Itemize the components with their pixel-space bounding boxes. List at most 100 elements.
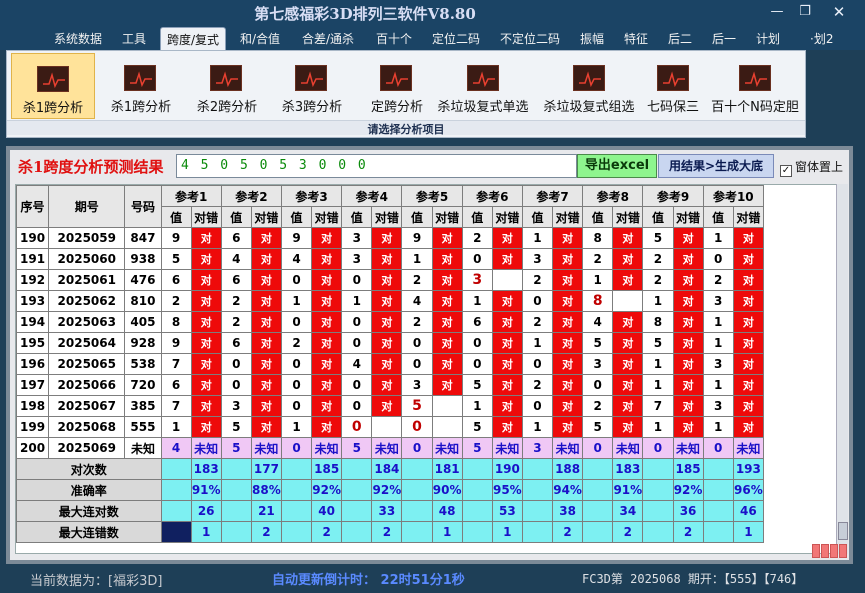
cell-correct: 对	[491, 248, 523, 270]
stat-spacer	[160, 500, 192, 522]
cell-value: 5	[341, 437, 373, 459]
result-field[interactable]: 4 5 0 5 0 5 3 0 0 0	[176, 154, 577, 178]
close-icon[interactable]: ✕	[826, 4, 852, 20]
header-ref: 参考10	[702, 185, 765, 207]
stat-spacer	[702, 521, 734, 543]
minimize-icon[interactable]: —	[764, 4, 790, 20]
menu-features[interactable]: 特征	[624, 30, 648, 47]
cell-correct: 对	[250, 332, 282, 354]
export-excel-button[interactable]: 导出excel	[577, 154, 657, 178]
scrollbar-thumb[interactable]	[838, 522, 848, 540]
cell-value: 5	[642, 227, 674, 249]
menu-diff-kill[interactable]: 合差/通杀	[302, 30, 354, 47]
cell-correct: 未知	[431, 437, 463, 459]
menu-sum-value[interactable]: 和/合值	[240, 30, 280, 47]
cell-correct: 未知	[371, 437, 403, 459]
ribbon-fixed-span[interactable]: 定跨分析	[355, 53, 439, 119]
cell-seq: 199	[15, 416, 50, 438]
ribbon-trash-compound-single[interactable]: 杀垃圾复式单选	[431, 53, 535, 119]
ribbon-trash-compound-group[interactable]: 杀垃圾复式组选	[537, 53, 641, 119]
menu-tools[interactable]: 工具	[122, 30, 146, 47]
cell-correct: 对	[552, 227, 584, 249]
ribbon-label: 定跨分析	[370, 100, 423, 115]
ribbon-kill2-span[interactable]: 杀2跨分析	[185, 53, 269, 119]
table-row[interactable]: 194 2025063 405 8 对 2 对 0 对 0 对 2 对 6 对 2 对 4 对 8 对 1 对	[15, 311, 765, 333]
header-value: 值	[521, 206, 554, 228]
stat-value: 92%	[371, 479, 403, 501]
topmost-checkbox[interactable]: ✓ 窗体置上	[780, 158, 843, 177]
cell-correct: 对	[672, 248, 704, 270]
cell-value: 3	[521, 248, 554, 270]
menu-system-data[interactable]: 系统数据	[54, 30, 102, 47]
table-row[interactable]: 192 2025061 476 6 对 6 对 0 对 0 对 2 对 3 2 对 1 对 2 对 2 对	[15, 269, 765, 291]
cell-correct: 未知	[552, 437, 584, 459]
stat-spacer	[461, 521, 493, 543]
cell-correct: 对	[612, 416, 644, 438]
cell-value: 2	[160, 290, 192, 312]
menu-plan2[interactable]: ·划2	[810, 30, 833, 47]
ribbon-kill1-span[interactable]: 杀1跨分析	[99, 53, 183, 119]
table-row[interactable]: 198 2025067 385 7 对 3 对 0 对 0 对 5 1 对 0 对 2 对 7 对 3 对	[15, 395, 765, 417]
vertical-scrollbar[interactable]	[836, 184, 848, 554]
menu-plan[interactable]: 计划	[756, 30, 780, 47]
table-row[interactable]: 191 2025060 938 5 对 4 对 4 对 3 对 1 对 0 对 3 对 2 对 2 对 0 对	[15, 248, 765, 270]
cell-value: 4	[280, 248, 313, 270]
cell-correct: 对	[371, 374, 403, 396]
cell-value: 6	[461, 311, 493, 333]
ribbon-n-code-dan[interactable]: 百十个N码定胆	[707, 53, 803, 119]
cell-value: 1	[642, 353, 674, 375]
cell-correct: 未知	[250, 437, 282, 459]
cell-value: 4	[401, 290, 433, 312]
menu-amplitude[interactable]: 振幅	[580, 30, 604, 47]
generate-base-button[interactable]: 用结果>生成大底	[658, 154, 774, 178]
table-row[interactable]: 193 2025062 810 2 对 2 对 1 对 1 对 4 对 1 对 0 对 8 1 对 3 对	[15, 290, 765, 312]
stat-value: 26	[190, 500, 222, 522]
chart-icon	[573, 65, 605, 91]
stat-spacer	[341, 500, 373, 522]
cell-correct: 对	[491, 353, 523, 375]
table-row[interactable]: 195 2025064 928 9 对 6 对 2 对 0 对 0 对 0 对 1 对 5 对 5 对 1 对	[15, 332, 765, 354]
stat-spacer	[280, 458, 313, 480]
header-seq: 序号	[15, 185, 50, 228]
table-row[interactable]: 190 2025059 847 9 对 6 对 9 对 3 对 9 对 2 对 1 对 8 对 5 对 1 对	[15, 227, 765, 249]
menu-last-one[interactable]: 后一	[712, 30, 736, 47]
table-row[interactable]: 196 2025065 538 7 对 0 对 0 对 4 对 0 对 0 对 0 对 3 对 1 对 3 对	[15, 353, 765, 375]
chart-icon	[380, 65, 412, 91]
restore-icon[interactable]: ❐	[792, 4, 818, 20]
title-bar: 第七感福彩3D排列三软件V8.80 — ❐ ✕	[0, 0, 865, 26]
table-row[interactable]: 199 2025068 555 1 对 5 对 1 对 0 0 5 对 1 对 5 对 1 对 1 对	[15, 416, 765, 438]
cell-period: 2025066	[48, 374, 126, 396]
cell-correct: 对	[431, 353, 463, 375]
stat-value: 1	[190, 521, 222, 543]
cell-correct: 对	[250, 269, 282, 291]
menu-span-compound[interactable]: 跨度/复式	[160, 27, 227, 50]
cell-period: 2025062	[48, 290, 126, 312]
menu-last-two[interactable]: 后二	[668, 30, 692, 47]
cell-correct: 对	[552, 248, 584, 270]
status-bar: 当前数据为：[福彩3D] 自动更新倒计时： 22时51分1秒 FC3D第 202…	[0, 564, 865, 593]
header-correct: 对错	[672, 206, 704, 228]
header-value: 值	[642, 206, 674, 228]
cell-correct: 对	[732, 395, 765, 417]
table-row[interactable]: 197 2025066 720 6 对 0 对 0 对 0 对 3 对 5 对 2 对 0 对 1 对 1 对	[15, 374, 765, 396]
stat-value: 190	[491, 458, 523, 480]
stat-value: 94%	[552, 479, 584, 501]
header-correct: 对错	[311, 206, 343, 228]
menu-hundreds-tens-units[interactable]: 百十个	[376, 30, 412, 47]
prediction-row[interactable]: 200 2025069 未知 4 未知 5 未知 0 未知 5 未知 0 未知 5 未知 3 未知 0 未知 0 未知 0…	[15, 437, 765, 459]
ribbon-kill1-span-selected[interactable]: 杀1跨分析	[11, 53, 95, 119]
cell-correct: 对	[612, 227, 644, 249]
menu-nonposition-two[interactable]: 不定位二码	[500, 30, 560, 47]
chart-icon	[739, 65, 771, 91]
cell-correct	[431, 395, 463, 417]
menu-position-two[interactable]: 定位二码	[432, 30, 480, 47]
cell-correct: 对	[311, 353, 343, 375]
ribbon-kill3-span[interactable]: 杀3跨分析	[270, 53, 354, 119]
header-correct: 对错	[491, 206, 523, 228]
cell-correct: 对	[371, 311, 403, 333]
cell-correct: 对	[311, 290, 343, 312]
cell-period: 2025068	[48, 416, 126, 438]
cell-correct: 对	[371, 227, 403, 249]
cell-value: 1	[702, 311, 734, 333]
ribbon-seven-code[interactable]: 七码保三	[641, 53, 705, 119]
